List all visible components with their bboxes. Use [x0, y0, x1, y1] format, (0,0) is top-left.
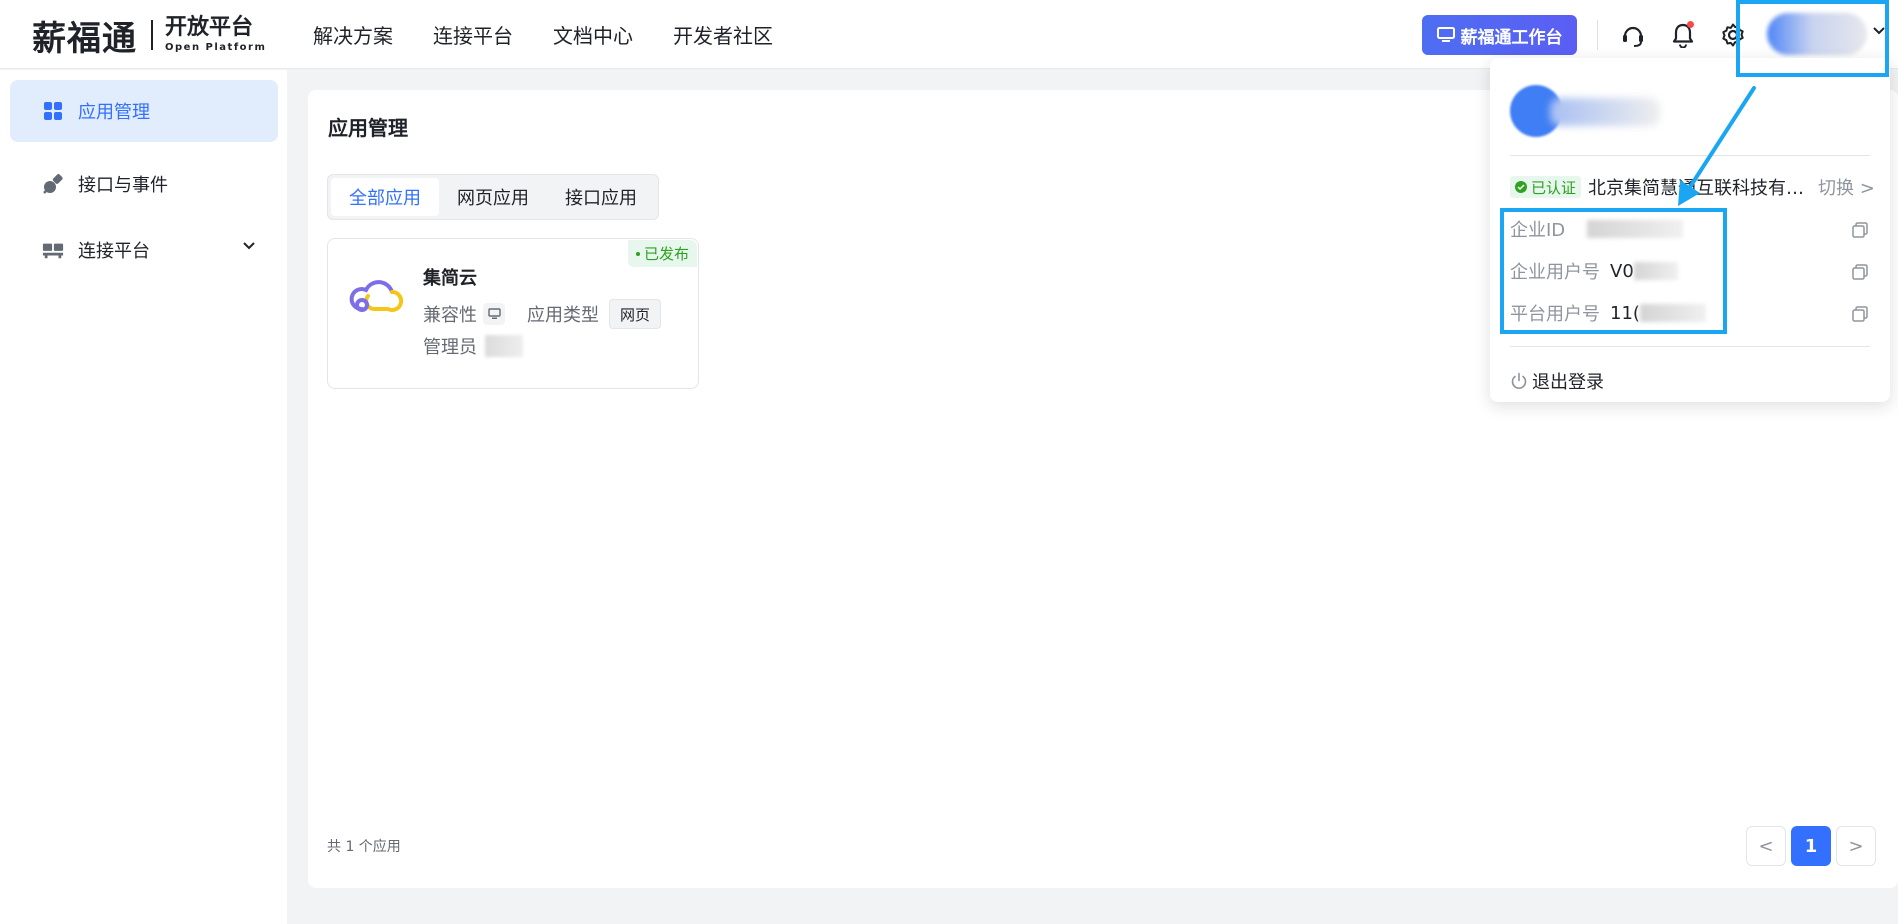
annotation-arrow-icon	[1678, 86, 1756, 206]
